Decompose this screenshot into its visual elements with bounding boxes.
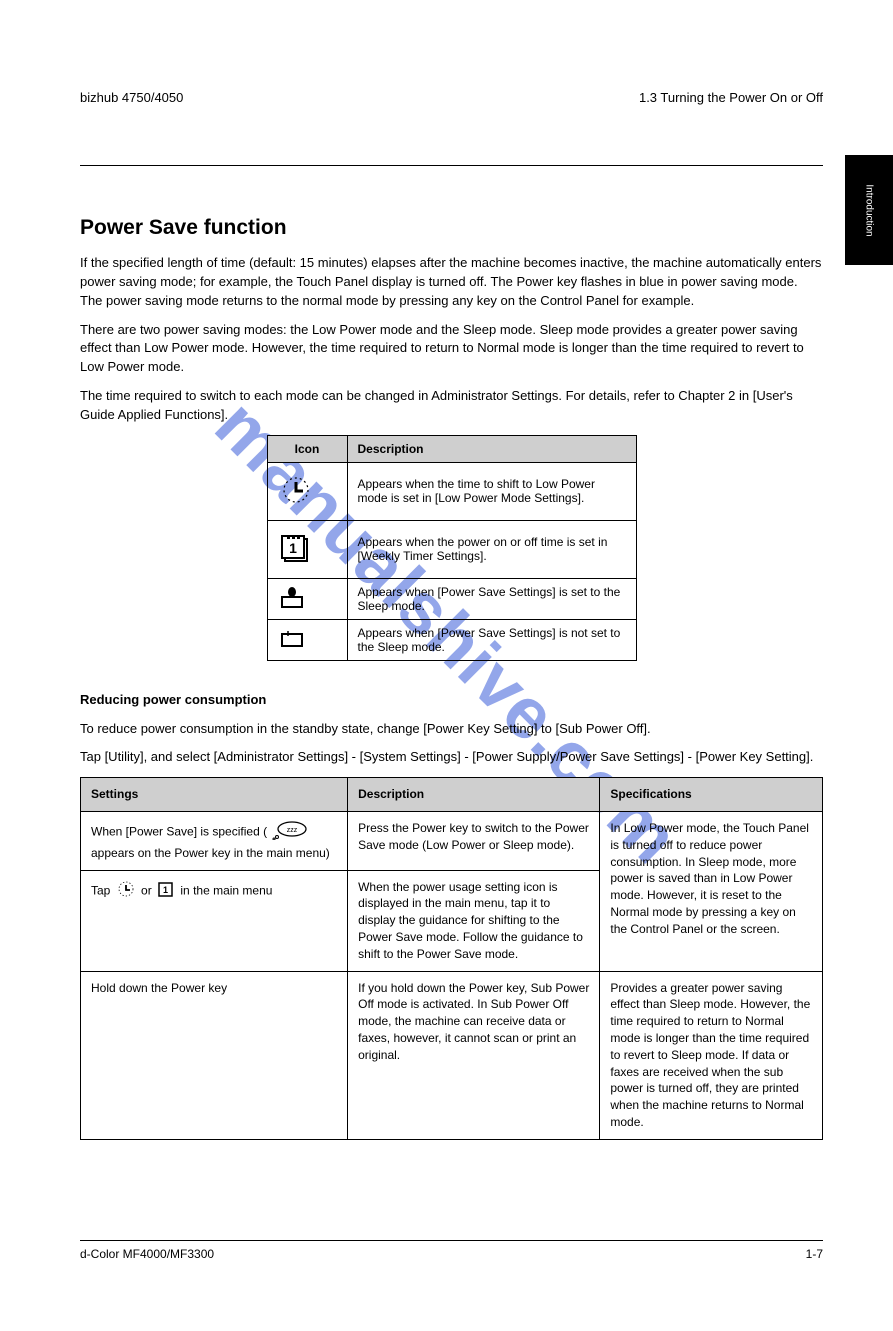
page-content: bizhub 4750/4050 1.3 Turning the Power O… xyxy=(0,0,893,1331)
icon-description-table: Icon Description Appears when the time t… xyxy=(267,435,637,661)
header-rule xyxy=(80,165,823,166)
power-save-inactive-desc: Appears when [Power Save Settings] is no… xyxy=(347,619,636,660)
power-save-active-icon-cell xyxy=(267,578,347,619)
power-save-inactive-icon-cell xyxy=(267,619,347,660)
row2-mid: or xyxy=(141,883,155,897)
page-footer: d-Color MF4000/MF3300 1-7 xyxy=(80,1247,823,1261)
row2-description: When the power usage setting icon is dis… xyxy=(348,870,600,971)
calendar-small-icon: 1 xyxy=(157,880,175,903)
power-save-p1: If the specified length of time (default… xyxy=(80,254,823,311)
table2-header-specifications: Specifications xyxy=(600,778,823,812)
row1-settings-prefix: When [Power Save] is specified ( xyxy=(91,825,267,839)
row1-settings-suffix: appears on the Power key in the main men… xyxy=(91,846,330,860)
row1-2-specifications: In Low Power mode, the Touch Panel is tu… xyxy=(600,812,823,972)
svg-text:zzz: zzz xyxy=(287,827,298,834)
clock-icon-cell xyxy=(267,462,347,520)
header-section: 1.3 Turning the Power On or Off xyxy=(639,90,823,105)
chapter-tab: Introduction xyxy=(845,155,893,265)
power-save-active-icon xyxy=(278,585,306,609)
row2-prefix: Tap xyxy=(91,883,114,897)
svg-text:1: 1 xyxy=(163,885,168,895)
power-save-active-desc: Appears when [Power Save Settings] is se… xyxy=(347,578,636,619)
clock-icon xyxy=(278,472,314,508)
table1-header-desc: Description xyxy=(347,435,636,462)
svg-text:1: 1 xyxy=(289,540,297,556)
power-save-p3: The time required to switch to each mode… xyxy=(80,387,823,425)
power-save-inactive-icon xyxy=(278,628,306,648)
reducing-power-intro2: Tap [Utility], and select [Administrator… xyxy=(80,748,823,767)
table2-header-settings: Settings xyxy=(81,778,348,812)
table2-header-description: Description xyxy=(348,778,600,812)
row3-description: If you hold down the Power key, Sub Powe… xyxy=(348,971,600,1139)
footer-page-number: 1-7 xyxy=(806,1247,823,1261)
row2-settings: Tap or 1 in the main menu xyxy=(81,870,348,971)
calendar-icon: 1 xyxy=(278,531,312,565)
clock-icon-desc: Appears when the time to shift to Low Po… xyxy=(347,462,636,520)
footer-product: d-Color MF4000/MF3300 xyxy=(80,1247,214,1261)
row1-description: Press the Power key to switch to the Pow… xyxy=(348,812,600,871)
clock-small-icon xyxy=(116,879,136,904)
row1-settings: When [Power Save] is specified ( zzz app… xyxy=(81,812,348,871)
zzz-bubble-icon: zzz xyxy=(272,820,308,845)
footer-rule xyxy=(80,1240,823,1241)
header-product: bizhub 4750/4050 xyxy=(80,90,183,105)
reducing-power-subtitle: Reducing power consumption xyxy=(80,691,823,710)
page-header: bizhub 4750/4050 1.3 Turning the Power O… xyxy=(80,90,823,105)
row2-suffix: in the main menu xyxy=(180,883,272,897)
row3-settings: Hold down the Power key xyxy=(81,971,348,1139)
reducing-power-intro: To reduce power consumption in the stand… xyxy=(80,720,823,739)
power-key-settings-table: Settings Description Specifications When… xyxy=(80,777,823,1140)
chapter-tab-label: Introduction xyxy=(864,184,875,236)
row3-specifications: Provides a greater power saving effect t… xyxy=(600,971,823,1139)
power-save-title: Power Save function xyxy=(80,216,823,240)
power-save-p2: There are two power saving modes: the Lo… xyxy=(80,321,823,378)
calendar-icon-cell: 1 xyxy=(267,520,347,578)
table1-header-icon: Icon xyxy=(267,435,347,462)
calendar-icon-desc: Appears when the power on or off time is… xyxy=(347,520,636,578)
